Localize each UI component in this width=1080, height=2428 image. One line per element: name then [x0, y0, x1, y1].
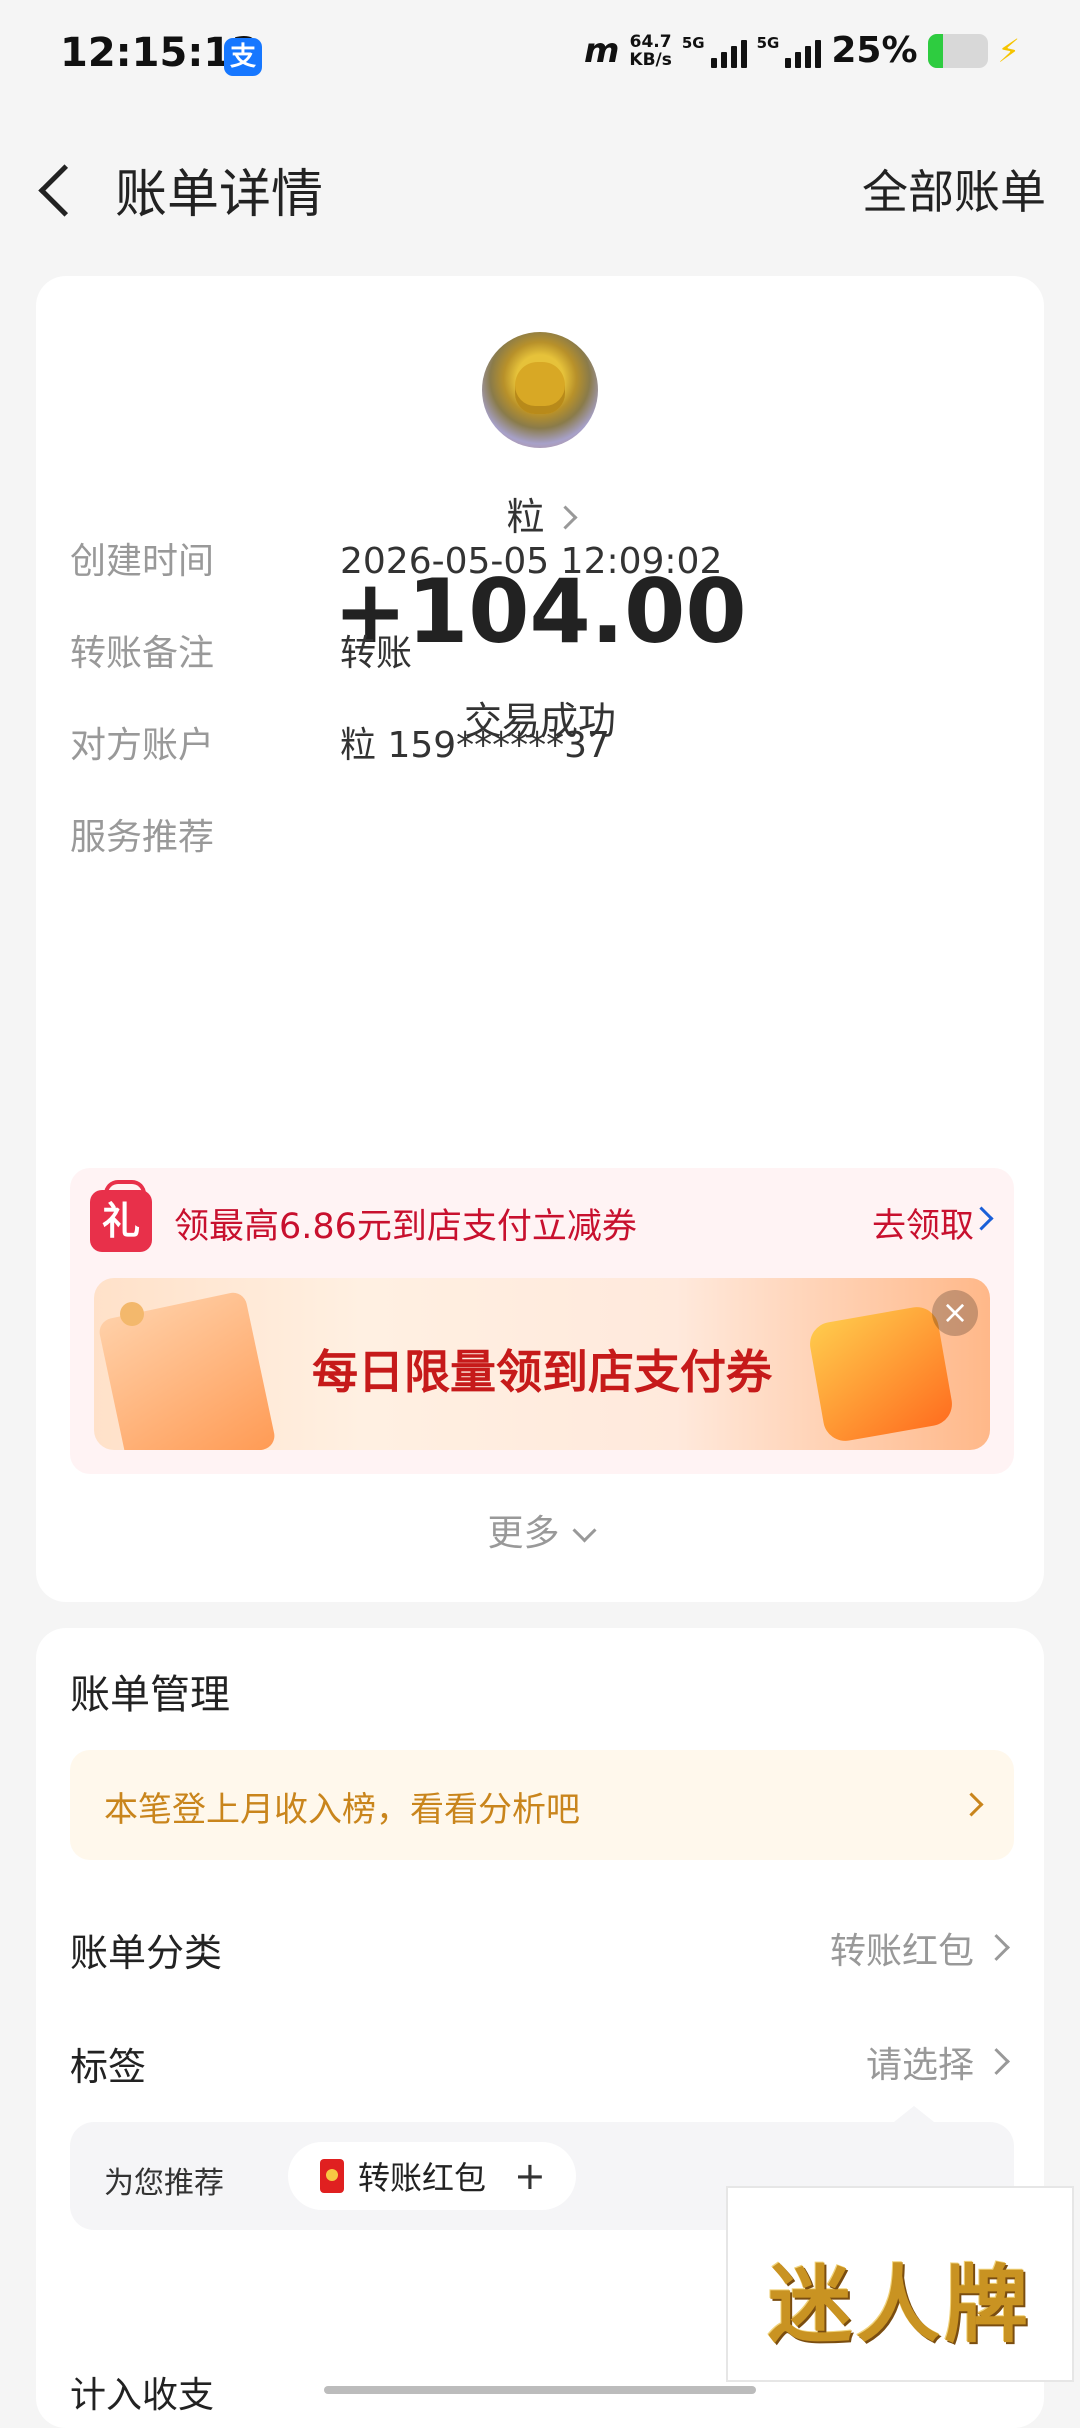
coin-illustration: [120, 1302, 144, 1326]
back-arrow-icon[interactable]: [34, 158, 84, 218]
payee-avatar[interactable]: [482, 332, 598, 448]
nav-bar: 账单详情 全部账单: [0, 130, 1080, 240]
category-label: 账单分类: [70, 1931, 223, 1975]
watermark-text: 迷人牌: [767, 2256, 1032, 2354]
category-row[interactable]: 账单分类 转账红包: [70, 1922, 1014, 1977]
more-label: 更多: [487, 1513, 560, 1554]
detail-row-remark: 转账备注 转账: [70, 624, 412, 676]
detail-row-created-time: 创建时间 2026-05-05 12:09:02: [70, 532, 722, 584]
detail-value: 粒 159******37: [340, 725, 610, 766]
tag-value: 请选择: [865, 2045, 974, 2086]
promo-text[interactable]: 领最高6.86元到店支付立减券: [174, 1198, 637, 1249]
detail-label: 对方账户: [70, 725, 215, 766]
chip-label: 转账红包: [358, 2159, 487, 2197]
recommend-chip[interactable]: 转账红包 +: [288, 2142, 576, 2210]
tag-label: 标签: [70, 2045, 147, 2089]
detail-row-service: 服务推荐: [70, 808, 340, 860]
promo-banner[interactable]: 每日限量领到店支付券 ×: [94, 1278, 990, 1450]
chevron-right-icon: [983, 2048, 1010, 2075]
income-rank-tip[interactable]: 本笔登上月收入榜，看看分析吧: [70, 1750, 1014, 1860]
chevron-right-icon: [552, 505, 578, 530]
network-speed: 64.7 KB/s: [629, 33, 671, 69]
signal-1-label: 5G: [681, 33, 705, 52]
promo-box: 礼 领最高6.86元到店支付立减券 去领取 每日限量领到店支付券 ×: [70, 1168, 1014, 1474]
plus-icon: +: [514, 2154, 546, 2198]
more-toggle[interactable]: 更多: [36, 1504, 1044, 1556]
category-value: 转账红包: [829, 1931, 974, 1972]
speed-value: 64.7: [629, 31, 672, 52]
chevron-right-icon: [959, 1792, 984, 1817]
alipay-icon: 支: [224, 38, 262, 76]
battery-fill: [927, 33, 943, 68]
detail-label: 创建时间: [70, 541, 215, 582]
signal-1-icon: 5G: [682, 34, 747, 68]
status-right-group: m 64.7 KB/s 5G 5G 25% ⚡: [584, 30, 1020, 71]
network-icon: m: [583, 30, 620, 71]
battery-percent: 25%: [831, 30, 918, 71]
home-indicator[interactable]: [324, 2386, 756, 2394]
detail-label: 转账备注: [70, 633, 215, 674]
recommend-label: 为您推荐: [104, 2166, 224, 2201]
detail-row-account: 对方账户 粒 159******37: [70, 716, 610, 768]
all-bills-link[interactable]: 全部账单: [862, 156, 1046, 222]
claim-link[interactable]: 去领取: [872, 1198, 974, 1247]
detail-value: 转账: [340, 633, 413, 674]
gift-icon: 礼: [90, 1180, 152, 1252]
section-title: 账单管理: [70, 1672, 230, 1718]
status-bar: 12:15:13 支 m 64.7 KB/s 5G 5G 25% ⚡: [0, 0, 1080, 118]
close-icon[interactable]: ×: [932, 1290, 978, 1336]
speed-unit: KB/s: [629, 49, 672, 70]
page-title: 账单详情: [115, 165, 324, 225]
red-envelope-icon: [320, 2159, 344, 2193]
tip-text: 本笔登上月收入榜，看看分析吧: [104, 1790, 580, 1830]
detail-label: 服务推荐: [70, 817, 215, 858]
transaction-card: 粒 +104.00 交易成功 创建时间 2026-05-05 12:09:02 转…: [36, 276, 1044, 1602]
income-expense-label: 计入收支: [70, 2375, 215, 2416]
banner-text: 每日限量领到店支付券: [312, 1345, 772, 1399]
watermark-logo: 迷人牌: [726, 2186, 1074, 2382]
signal-2-icon: 5G: [757, 34, 822, 68]
chevron-down-icon: [571, 1518, 597, 1543]
charging-bolt-icon: ⚡: [997, 31, 1020, 70]
tag-row[interactable]: 标签 请选择: [70, 2036, 1014, 2091]
battery-icon: [927, 33, 988, 68]
chevron-right-icon: [983, 1934, 1010, 1961]
signal-2-label: 5G: [756, 33, 780, 52]
detail-value: 2026-05-05 12:09:02: [340, 541, 723, 582]
